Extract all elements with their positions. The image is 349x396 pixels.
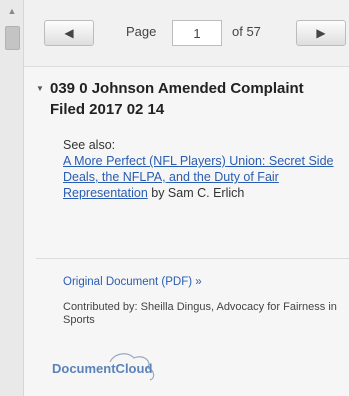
document-title: 039 0 Johnson Amended Complaint Filed 20… — [50, 80, 304, 118]
divider — [36, 258, 349, 259]
right-triangle-icon: ▶ — [316, 26, 326, 40]
next-page-button[interactable]: ▶ — [296, 20, 346, 46]
see-also-body: A More Perfect (NFL Players) Union: Secr… — [63, 153, 349, 201]
original-document-link[interactable]: Original Document (PDF) » — [63, 276, 202, 288]
documentcloud-logo[interactable]: DocumentCloud — [52, 348, 192, 388]
documentcloud-logo-text: DocumentCloud — [52, 361, 153, 376]
left-triangle-icon: ◀ — [64, 26, 74, 40]
scrollbar[interactable]: ▲ — [0, 0, 24, 396]
see-also-section: See also: A More Perfect (NFL Players) U… — [63, 137, 349, 201]
sidebar-panel: ◀ Page of 57 ▶ ▼ 039 0 Johnson Amended C… — [24, 0, 349, 396]
page-navigation: ◀ Page of 57 ▶ — [24, 0, 349, 67]
document-header: ▼ 039 0 Johnson Amended Complaint Filed … — [36, 78, 316, 120]
contributed-by-text: Contributed by: Sheilla Dingus, Advocacy… — [63, 301, 337, 326]
page-number-input[interactable] — [172, 20, 222, 46]
see-also-author: by Sam C. Erlich — [147, 186, 245, 200]
scroll-up-arrow-icon[interactable]: ▲ — [0, 0, 24, 22]
collapse-caret-icon[interactable]: ▼ — [36, 84, 44, 93]
document-viewer: ▲ ◀ Page of 57 ▶ ▼ 039 0 Johnson Amended… — [0, 0, 349, 396]
previous-page-button[interactable]: ◀ — [44, 20, 94, 46]
see-also-label: See also: — [63, 138, 116, 152]
page-count: of 57 — [232, 24, 261, 39]
scroll-thumb[interactable] — [5, 26, 20, 50]
page-label: Page — [126, 24, 157, 39]
